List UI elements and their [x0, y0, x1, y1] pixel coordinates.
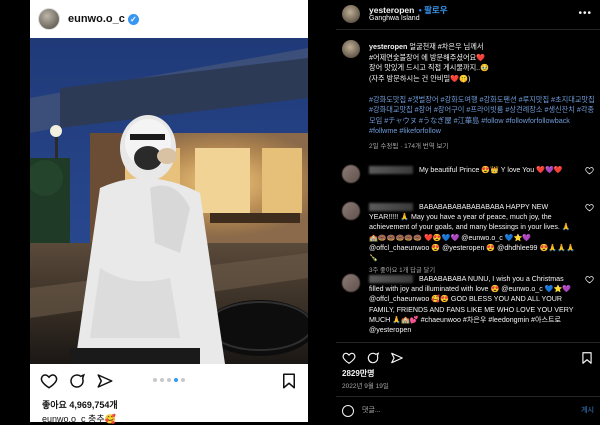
emoji-icon[interactable] — [342, 405, 354, 417]
bookmark-icon[interactable] — [580, 351, 594, 365]
avatar[interactable] — [38, 8, 60, 30]
comment-username-blurred — [369, 275, 413, 284]
heart-icon[interactable] — [342, 351, 356, 365]
comment-username-blurred — [369, 203, 413, 212]
post-photo-illustration — [30, 38, 308, 364]
left-likes-count[interactable]: 좋아요 4,969,754개 — [42, 398, 118, 411]
comment-body: BABABABABA NUNU, I wish you a Christmas … — [369, 275, 574, 335]
caption-hashtags[interactable]: #강화도맛집 #갯벌장어 #강화도여행 #강화도펜션 #루지맛집 #초지대교맛집… — [369, 95, 595, 136]
left-username-text[interactable]: eunwo.o_c — [68, 13, 125, 25]
comments-panel: yesteropen • 팔로우 Ganghwa Island ••• yest… — [336, 0, 600, 422]
caption-line: 장어 맛있게 드시고 직접 게시물까지..🥹 — [369, 63, 490, 72]
caption-meta: 2일 수정됨 · 174개 번역 보기 — [369, 142, 449, 150]
follow-button[interactable]: • 팔로우 — [419, 5, 448, 15]
right-likes-count[interactable]: 2829만명 — [342, 368, 375, 379]
comment-text: My beautiful Prince 😍👑 Y love You ❤️💜❤️ — [369, 165, 579, 175]
post-caption-text: yesteropen 얼굴천재 #차은우 님께서 #어제연숯불장어 에 방문해주… — [369, 42, 595, 152]
avatar[interactable] — [342, 165, 360, 183]
comment-body: My beautiful Prince 😍👑 Y love You ❤️💜❤️ — [418, 166, 563, 174]
avatar[interactable] — [342, 202, 360, 220]
carousel-dot — [160, 378, 164, 382]
left-username[interactable]: eunwo.o_c ✓ — [68, 13, 139, 25]
left-caption: eunwo.o_c 충추🥰 — [42, 414, 116, 424]
post-date: 2022년 9월 19일 — [342, 383, 389, 390]
comment-like-heart-icon[interactable] — [585, 275, 594, 284]
left-post-header: eunwo.o_c ✓ — [30, 0, 308, 38]
comment-icon[interactable] — [366, 351, 380, 365]
carousel-dot — [153, 378, 157, 382]
more-options-icon[interactable]: ••• — [578, 8, 592, 19]
comment-input[interactable] — [362, 404, 562, 416]
post-comment-button[interactable]: 게시 — [581, 405, 594, 415]
right-username[interactable]: yesteropen — [369, 5, 414, 15]
caption-line: 얼굴천재 #차은우 님께서 — [409, 42, 484, 51]
carousel-dot-active — [174, 378, 178, 382]
bookmark-icon[interactable] — [280, 372, 298, 390]
right-post-header: yesteropen • 팔로우 Ganghwa Island ••• — [336, 0, 600, 30]
post-photo[interactable] — [30, 38, 308, 364]
comment-text: BABABABABA NUNU, I wish you a Christmas … — [369, 274, 579, 335]
avatar[interactable] — [342, 274, 360, 292]
avatar[interactable] — [342, 40, 360, 58]
share-icon[interactable] — [390, 351, 404, 365]
comment-body: BABABABABABABABABA HAPPY NEW YEAR!!!!! 🙏… — [369, 203, 575, 263]
caption-line: (자주 방문하시는 건 안비밀❤️🤫) — [369, 73, 471, 83]
instagram-screenshot: eunwo.o_c ✓ 좋아요 4,969,754개 eunwo.o_c 충추🥰… — [0, 0, 600, 424]
verified-badge-icon: ✓ — [127, 13, 139, 25]
location-link[interactable]: Ganghwa Island — [369, 15, 420, 22]
comment-like-heart-icon[interactable] — [585, 166, 594, 175]
caption-username[interactable]: yesteropen — [369, 42, 407, 51]
carousel-dot — [167, 378, 171, 382]
right-action-bar — [336, 342, 600, 372]
add-comment-bar: 게시 — [336, 396, 600, 422]
carousel-dots — [30, 378, 308, 382]
comment-text: BABABABABABABABABA HAPPY NEW YEAR!!!!! 🙏… — [369, 202, 579, 276]
avatar[interactable] — [342, 5, 360, 23]
caption-line: #어제연숯불장어 에 방문해주셨어요❤️ — [369, 52, 486, 62]
carousel-dot — [181, 378, 185, 382]
comment-username-blurred — [369, 166, 413, 175]
left-action-bar — [40, 372, 298, 390]
comment-like-heart-icon[interactable] — [585, 203, 594, 212]
left-post-card: eunwo.o_c ✓ 좋아요 4,969,754개 eunwo.o_c 충추🥰 — [30, 0, 308, 424]
